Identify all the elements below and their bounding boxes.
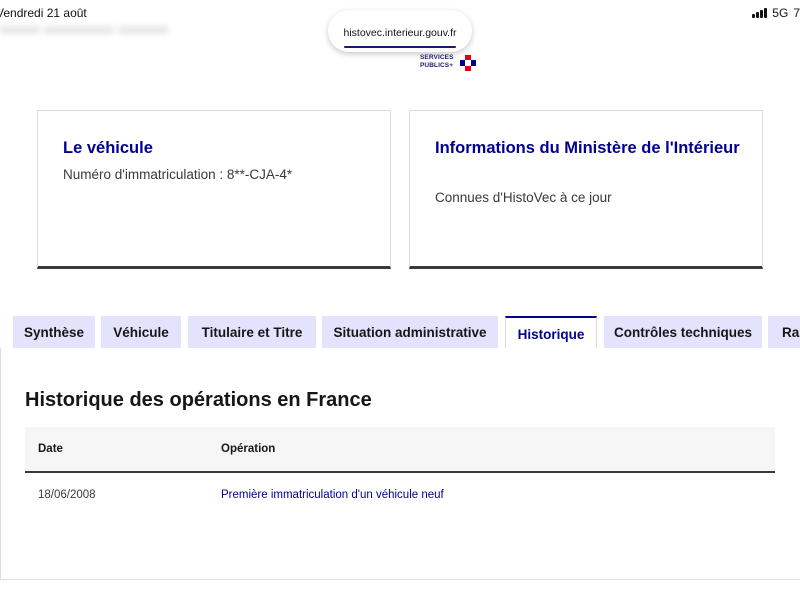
ministry-card-title: Informations du Ministère de l'Intérieur xyxy=(435,139,740,157)
history-title: Historique des opérations en France xyxy=(25,389,372,411)
tab-titulaire-et-titre[interactable]: Titulaire et Titre xyxy=(188,316,316,349)
status-indicators: 5G 7 xyxy=(752,6,800,20)
network-label: 5G xyxy=(772,6,789,20)
blurred-header-text xyxy=(0,20,200,42)
plus-mark-icon xyxy=(460,55,476,71)
address-bar[interactable]: histovec.interieur.gouv.fr xyxy=(328,10,472,52)
vehicle-card: Le véhicule Numéro d'immatriculation : 8… xyxy=(37,110,391,269)
ministry-card-subtitle: Connues d'HistoVec à ce jour xyxy=(435,190,612,205)
logo-line-2: PUBLICS+ xyxy=(420,61,454,69)
battery-label: 7 xyxy=(793,6,800,20)
vehicle-card-title: Le véhicule xyxy=(63,139,153,157)
tab-situation-administrative[interactable]: Situation administrative xyxy=(322,316,498,349)
row-operation: Première immatriculation d'un véhicule n… xyxy=(221,489,444,501)
logo-line-1: SERVICES xyxy=(420,54,454,61)
history-table-header: Date Opération xyxy=(25,427,775,473)
tab-rapport[interactable]: Rap xyxy=(768,316,800,349)
tab-bar: Synthèse Véhicule Titulaire et Titre Sit… xyxy=(0,316,800,350)
status-date: Vendredi 21 août xyxy=(0,6,87,20)
column-header-operation: Opération xyxy=(221,443,276,455)
registration-number: Numéro d'immatriculation : 8**-CJA-4* xyxy=(63,167,293,182)
ministry-card: Informations du Ministère de l'Intérieur… xyxy=(409,110,763,269)
tab-vehicule[interactable]: Véhicule xyxy=(101,316,181,349)
url-text: histovec.interieur.gouv.fr xyxy=(343,27,457,39)
address-bar-underline xyxy=(344,46,456,48)
services-publics-logo[interactable]: SERVICES PUBLICS+ xyxy=(420,54,476,72)
tab-historique[interactable]: Historique xyxy=(505,316,597,350)
signal-icon xyxy=(752,8,768,18)
row-date: 18/06/2008 xyxy=(38,489,96,501)
column-header-date: Date xyxy=(38,443,63,455)
tab-controles-techniques[interactable]: Contrôles techniques xyxy=(604,316,762,349)
tab-synthese[interactable]: Synthèse xyxy=(13,316,95,349)
